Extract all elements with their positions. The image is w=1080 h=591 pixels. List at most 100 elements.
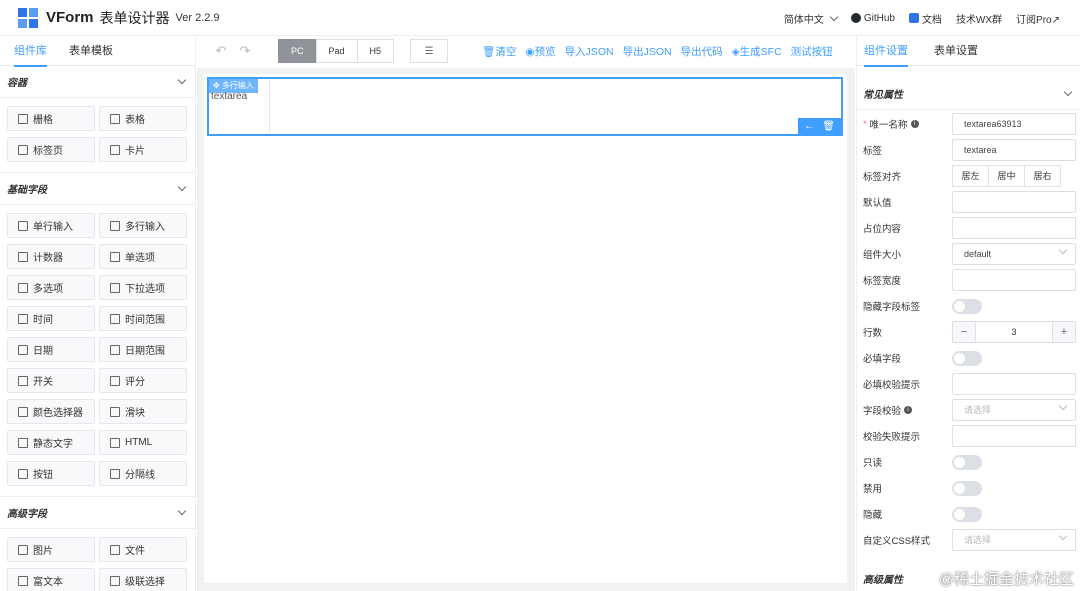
validation-fail-input[interactable] <box>952 425 1076 447</box>
widget-table[interactable]: 表格 <box>99 106 187 131</box>
node-tree-button[interactable]: ☰ <box>410 39 449 63</box>
name-input[interactable]: textarea63913 <box>952 113 1076 135</box>
tab-form-settings[interactable]: 表单设置 <box>934 36 978 66</box>
widget-html[interactable]: HTML <box>99 430 187 455</box>
info-icon[interactable]: i <box>910 120 919 128</box>
disabled-switch[interactable] <box>952 480 982 496</box>
preview-button[interactable]: ◉预览 <box>525 44 555 59</box>
default-value-input[interactable] <box>952 191 1076 213</box>
align-center-button[interactable]: 居中 <box>988 165 1025 187</box>
widget-color-picker[interactable]: 颜色选择器 <box>7 399 95 424</box>
widget-date[interactable]: 日期 <box>7 337 95 362</box>
tab-form-templates[interactable]: 表单模板 <box>69 36 113 66</box>
select-parent-icon[interactable]: ← <box>804 121 814 132</box>
settings-body: 常见属性 * 唯一名称 i textarea63913 标签 textarea 标签… <box>857 78 1080 591</box>
redo-icon[interactable]: ↷ <box>233 43 257 59</box>
widget-label: 下拉选项 <box>125 284 165 295</box>
widget-label: 颜色选择器 <box>33 408 83 419</box>
advanced-props-header[interactable]: 高级属性 <box>863 571 903 586</box>
widget-rate[interactable]: 评分 <box>99 368 187 393</box>
wx-group-link[interactable]: 技术WX群 <box>956 11 1002 26</box>
tab-widget-settings[interactable]: 组件设置 <box>864 36 908 67</box>
widget-time[interactable]: 时间 <box>7 306 95 331</box>
chevron-down-icon <box>1058 531 1068 541</box>
delete-icon[interactable]: 🗑 <box>822 121 835 132</box>
rows-value[interactable]: 3 <box>975 322 1053 342</box>
widget-tabs[interactable]: 标签页 <box>7 137 95 162</box>
subscribe-pro-link[interactable]: 订阅Pro↗ <box>1016 11 1060 26</box>
subscribe-pro-label: 订阅Pro↗ <box>1016 14 1060 26</box>
widget-input[interactable]: 单行输入 <box>7 213 95 238</box>
wx-group-label: 技术WX群 <box>955 14 1003 26</box>
export-code-button[interactable]: 导出代码 <box>681 44 723 59</box>
version-label: Ver 2.2.9 <box>175 11 220 24</box>
docs-link[interactable]: 文档 <box>908 11 942 26</box>
common-props-header[interactable]: 常见属性 <box>857 78 1080 110</box>
required-switch[interactable] <box>952 350 982 366</box>
align-left-button[interactable]: 居左 <box>952 165 989 187</box>
section-title: 基础字段 <box>7 185 47 196</box>
section-containers[interactable]: 容器 <box>0 66 195 98</box>
device-pc-button[interactable]: PC <box>278 39 317 63</box>
widget-textarea[interactable]: 多行输入 <box>99 213 187 238</box>
widget-card[interactable]: 卡片 <box>99 137 187 162</box>
device-h5-button[interactable]: H5 <box>356 39 395 63</box>
increment-button[interactable]: + <box>1053 322 1075 342</box>
widget-static-text[interactable]: 静态文字 <box>7 430 95 455</box>
widget-date-range[interactable]: 日期范围 <box>99 337 187 362</box>
size-value: default <box>964 249 992 259</box>
section-basic-fields[interactable]: 基础字段 <box>0 173 195 205</box>
card-icon <box>110 144 120 155</box>
widget-select[interactable]: 下拉选项 <box>99 275 187 300</box>
device-pad-button[interactable]: Pad <box>315 39 358 63</box>
github-link[interactable]: GitHub <box>850 13 895 24</box>
import-json-button[interactable]: 导入JSON <box>565 44 614 59</box>
tab-widget-library[interactable]: 组件库 <box>14 36 47 67</box>
info-icon[interactable]: i <box>904 406 913 414</box>
widget-time-range[interactable]: 时间范围 <box>99 306 187 331</box>
widget-label: 单选项 <box>125 253 155 264</box>
prop-hide-label-row: 隐藏字段标签 <box>863 294 1077 318</box>
placeholder-input[interactable] <box>952 217 1076 239</box>
time-range-icon <box>110 313 120 324</box>
language-select[interactable]: 简体中文 <box>784 11 839 26</box>
section-title: 高级字段 <box>7 509 47 520</box>
widget-grid[interactable]: 栅格 <box>7 106 95 131</box>
widget-switch[interactable]: 开关 <box>7 368 95 393</box>
widget-radio[interactable]: 单选项 <box>99 244 187 269</box>
decrement-button[interactable]: − <box>953 322 975 342</box>
form-canvas[interactable] <box>204 74 847 583</box>
hide-label-switch[interactable] <box>952 298 982 314</box>
widget-divider[interactable]: 分隔线 <box>99 461 187 486</box>
export-json-button[interactable]: 导出JSON <box>623 44 672 59</box>
test-button[interactable]: 测试按钮 <box>791 44 833 59</box>
validation-select[interactable]: 请选择 <box>952 399 1076 421</box>
grid-icon <box>18 113 28 124</box>
generate-sfc-button[interactable]: ◈生成SFC <box>732 44 782 59</box>
widget-checkbox[interactable]: 多选项 <box>7 275 95 300</box>
widget-button[interactable]: 按钮 <box>7 461 95 486</box>
chevron-down-icon <box>1063 87 1073 97</box>
readonly-switch[interactable] <box>952 454 982 470</box>
label-input[interactable]: textarea <box>952 139 1076 161</box>
chevron-down-icon <box>1058 245 1068 255</box>
size-select[interactable]: default <box>952 243 1076 265</box>
hidden-switch[interactable] <box>952 506 982 522</box>
selected-textarea-field[interactable]: ✥ 多行输入 textarea ← 🗑 <box>207 77 843 136</box>
switch-icon <box>18 375 28 386</box>
widget-number[interactable]: 计数器 <box>7 244 95 269</box>
widget-picture-upload[interactable]: 图片 <box>7 537 95 562</box>
section-advanced-fields[interactable]: 高级字段 <box>0 497 195 529</box>
align-right-button[interactable]: 居右 <box>1024 165 1061 187</box>
required-hint-input[interactable] <box>952 373 1076 395</box>
widget-cascader[interactable]: 级联选择 <box>99 568 187 591</box>
input-icon <box>18 220 28 231</box>
clear-button[interactable]: 🗑清空 <box>482 44 516 59</box>
label-width-input[interactable] <box>952 269 1076 291</box>
widget-rich-editor[interactable]: 富文本 <box>7 568 95 591</box>
prop-css-row: 自定义CSS样式 请选择 <box>863 528 1077 552</box>
widget-slider[interactable]: 滑块 <box>99 399 187 424</box>
undo-icon[interactable]: ↶ <box>209 43 233 59</box>
widget-file-upload[interactable]: 文件 <box>99 537 187 562</box>
css-class-select[interactable]: 请选择 <box>952 529 1076 551</box>
